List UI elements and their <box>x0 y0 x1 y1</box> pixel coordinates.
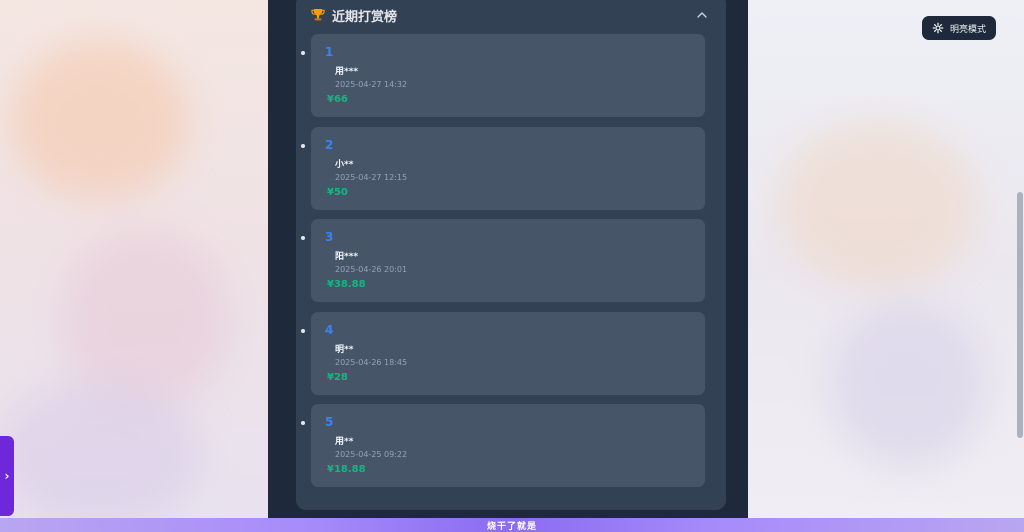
donation-rank: 5 <box>325 415 334 429</box>
bullet <box>301 143 305 148</box>
donor-name: 明** <box>335 344 354 355</box>
side-drawer-toggle[interactable]: › <box>0 436 14 516</box>
donation-time: 2025-04-26 18:45 <box>335 357 408 367</box>
donor-name: 用*** <box>335 67 359 77</box>
trophy-icon <box>311 9 325 21</box>
donation-amount: ¥50 <box>327 186 348 198</box>
donation-entry: 5 用** 2025-04-25 09:22 ¥18.88 <box>311 404 705 487</box>
donation-amount: ¥66 <box>327 94 348 105</box>
donor-name: 小** <box>335 159 354 170</box>
donation-amount: ¥38.88 <box>327 279 366 290</box>
donation-amount: ¥18.88 <box>327 464 366 475</box>
footer-text: 烧干了就是 <box>486 521 537 532</box>
list-item: 4 明** 2025-04-26 18:45 ¥28 <box>296 311 726 395</box>
donation-entry: 1 用*** 2025-04-27 14:32 ¥66 <box>311 34 705 117</box>
donation-card: 近期打赏榜 1 用*** 2025-04-27 14:32 ¥66 2 小** … <box>296 0 726 510</box>
donation-time: 2025-04-26 20:01 <box>335 265 408 274</box>
background-art-left <box>0 0 268 532</box>
list-item: 2 小** 2025-04-27 12:15 ¥50 <box>296 126 726 210</box>
list-item: 3 阳*** 2025-04-26 20:01 ¥38.88 <box>296 219 726 302</box>
background-art-right <box>748 0 1024 532</box>
donation-time: 2025-04-27 14:32 <box>335 80 408 89</box>
bullet <box>301 421 305 425</box>
donation-list: 1 用*** 2025-04-27 14:32 ¥66 2 小** 2025-0… <box>296 34 726 497</box>
footer-bar: 烧干了就是 <box>0 518 1024 532</box>
donor-name: 用** <box>335 437 354 447</box>
chevron-up-icon[interactable] <box>694 7 710 23</box>
scrollbar[interactable] <box>1015 0 1023 532</box>
donation-rank: 2 <box>325 137 334 152</box>
donation-entry: 4 明** 2025-04-26 18:45 ¥28 <box>311 311 705 395</box>
donation-entry: 2 小** 2025-04-27 12:15 ¥50 <box>311 126 705 210</box>
donation-entry: 3 阳*** 2025-04-26 20:01 ¥38.88 <box>311 219 705 302</box>
main-column: 近期打赏榜 1 用*** 2025-04-27 14:32 ¥66 2 小** … <box>268 0 748 520</box>
donation-time: 2025-04-25 09:22 <box>335 450 408 459</box>
light-mode-button[interactable]: 明亮模式 <box>921 16 996 40</box>
bullet <box>301 328 305 333</box>
card-header[interactable]: 近期打赏榜 <box>310 2 710 28</box>
bullet <box>301 51 305 55</box>
donation-rank: 3 <box>325 230 334 244</box>
donor-name: 阳*** <box>335 252 359 262</box>
donation-amount: ¥28 <box>327 371 348 383</box>
donation-rank: 1 <box>325 45 334 59</box>
list-item: 5 用** 2025-04-25 09:22 ¥18.88 <box>296 404 726 487</box>
donation-time: 2025-04-27 12:15 <box>335 172 408 182</box>
card-title: 近期打赏榜 <box>332 9 398 25</box>
chevron-right-icon: › <box>4 469 10 483</box>
scrollbar-thumb[interactable] <box>1017 192 1023 438</box>
bullet <box>301 236 305 240</box>
gear-icon <box>932 22 944 34</box>
donation-rank: 4 <box>325 322 334 337</box>
list-item: 1 用*** 2025-04-27 14:32 ¥66 <box>296 34 726 117</box>
light-mode-label: 明亮模式 <box>949 24 986 35</box>
